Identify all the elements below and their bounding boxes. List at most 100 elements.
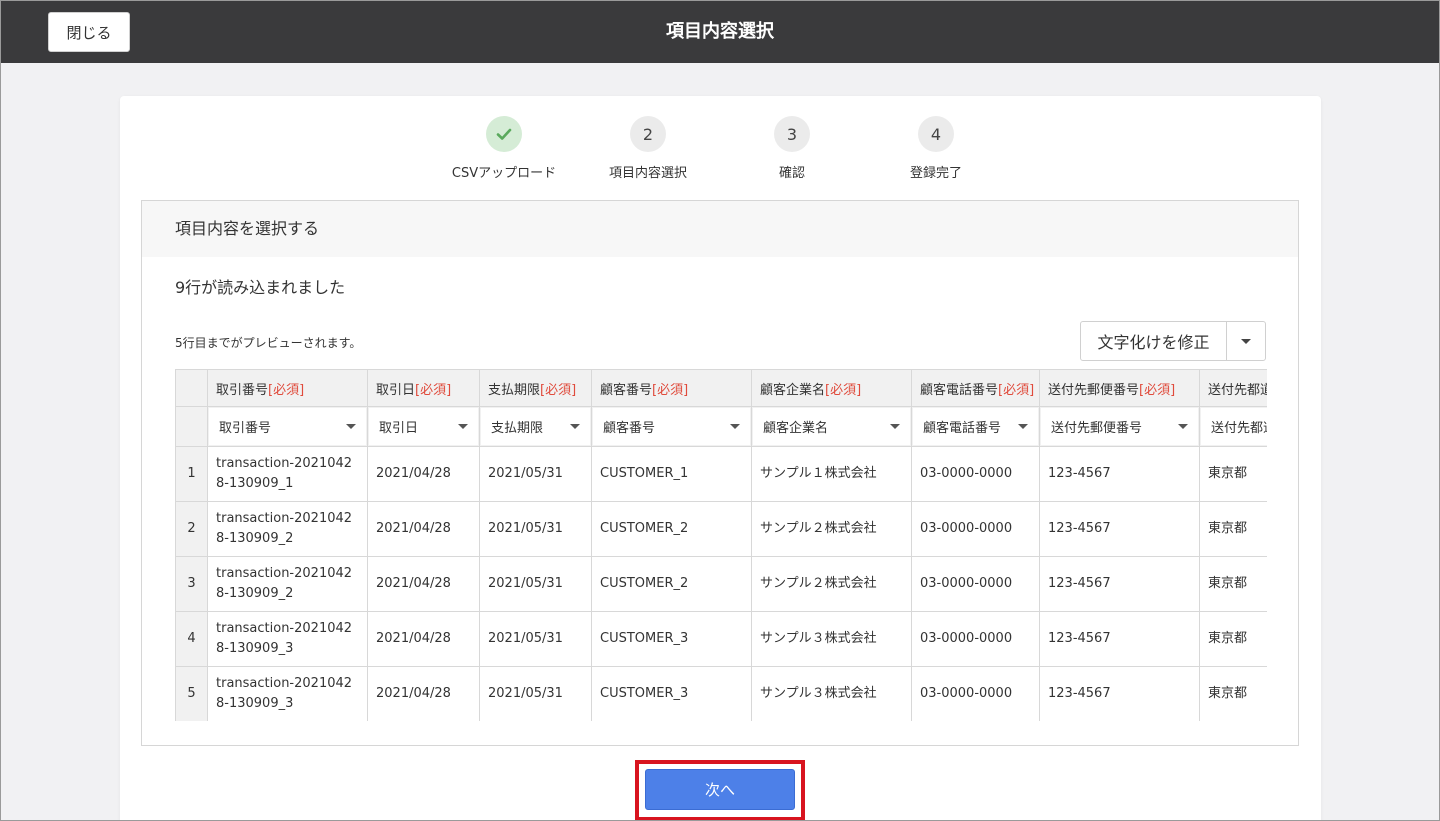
table-cell: サンプル１株式会社	[751, 446, 912, 502]
top-bar: 閉じる 項目内容選択	[0, 0, 1440, 63]
table-cell: サンプル３株式会社	[751, 666, 912, 721]
table-cell: 2021/04/28	[367, 446, 480, 502]
row-number-cell	[175, 406, 208, 447]
step-number: 4	[918, 116, 954, 152]
table-cell: 123-4567	[1039, 666, 1200, 721]
caret-down-icon	[1178, 424, 1188, 429]
table-cell: CUSTOMER_3	[591, 666, 752, 721]
table-cell: 2021/05/31	[479, 666, 592, 721]
step-confirm: 3 確認	[717, 116, 867, 181]
step-number: 2	[630, 116, 666, 152]
table-cell: サンプル３株式会社	[751, 611, 912, 667]
column-select[interactable]: 送付先都道	[1201, 408, 1267, 445]
table-cell: 123-4567	[1039, 446, 1200, 502]
step-item-select: 2 項目内容選択	[573, 116, 723, 181]
select-panel: 項目内容を選択する 9行が読み込まれました 5行目までがプレビューされます。 文…	[141, 200, 1299, 746]
step-label: 項目内容選択	[608, 166, 687, 181]
step-number: 3	[774, 116, 810, 152]
preview-table: 取引番号[必須] 取引日[必須] 支払期限[必須] 顧客番号[必須] 顧客企業名…	[175, 369, 1267, 721]
preview-table-scroll[interactable]: 取引番号[必須] 取引日[必須] 支払期限[必須] 顧客番号[必須] 顧客企業名…	[175, 369, 1267, 721]
table-cell: CUSTOMER_1	[591, 446, 752, 502]
column-header: 取引日[必須]	[367, 369, 480, 407]
fix-encoding-button[interactable]: 文字化けを修正	[1081, 322, 1227, 360]
table-cell: CUSTOMER_2	[591, 501, 752, 557]
column-select-cell: 顧客番号	[591, 406, 752, 447]
table-cell: サンプル２株式会社	[751, 556, 912, 612]
table-row: 4 transaction-20210428-130909_3 2021/04/28…	[175, 611, 1267, 667]
column-select-cell: 顧客電話番号	[911, 406, 1040, 447]
table-row: 5 transaction-20210428-130909_3 2021/04/28…	[175, 666, 1267, 721]
column-select[interactable]: 顧客企業名	[753, 408, 910, 445]
column-header: 送付先郵便番号[必須]	[1039, 369, 1200, 407]
table-cell: 東京都	[1199, 501, 1267, 557]
table-cell: 03-0000-0000	[911, 501, 1040, 557]
table-cell: 東京都	[1199, 666, 1267, 721]
row-number: 1	[175, 446, 208, 502]
column-header: 顧客企業名[必須]	[751, 369, 912, 407]
column-select-cell: 顧客企業名	[751, 406, 912, 447]
caret-down-icon	[1018, 424, 1028, 429]
row-number: 4	[175, 611, 208, 667]
caret-down-icon	[570, 424, 580, 429]
table-cell: transaction-20210428-130909_2	[207, 501, 368, 557]
step-csv-upload: CSVアップロード	[429, 116, 579, 181]
panel-header: 項目内容を選択する	[142, 201, 1298, 257]
next-button[interactable]: 次へ	[645, 769, 795, 810]
column-select[interactable]: 取引番号	[209, 408, 366, 445]
column-select[interactable]: 支払期限	[481, 408, 590, 445]
table-cell: 2021/05/31	[479, 501, 592, 557]
row-number: 2	[175, 501, 208, 557]
fix-encoding-split-button: 文字化けを修正	[1080, 321, 1266, 361]
table-cell: transaction-20210428-130909_3	[207, 611, 368, 667]
row-number: 5	[175, 666, 208, 721]
column-select-cell: 送付先郵便番号	[1039, 406, 1200, 447]
column-select-cell: 取引番号	[207, 406, 368, 447]
table-cell: 03-0000-0000	[911, 666, 1040, 721]
column-header: 取引番号[必須]	[207, 369, 368, 407]
fix-encoding-dropdown[interactable]	[1227, 322, 1265, 360]
column-header: 顧客電話番号[必須]	[911, 369, 1040, 407]
column-select[interactable]: 顧客番号	[593, 408, 750, 445]
header-row: 取引番号[必須] 取引日[必須] 支払期限[必須] 顧客番号[必須] 顧客企業名…	[175, 369, 1267, 407]
table-cell: 2021/05/31	[479, 611, 592, 667]
mapping-select-row: 取引番号 取引日 支払期限 顧客番号 顧客企業名 顧客電話番号 送付先郵便番号 …	[175, 406, 1267, 447]
table-cell: transaction-20210428-130909_2	[207, 556, 368, 612]
step-label: 登録完了	[909, 166, 962, 181]
table-cell: 2021/04/28	[367, 501, 480, 557]
column-header: 顧客番号[必須]	[591, 369, 752, 407]
table-row: 3 transaction-20210428-130909_2 2021/04/28…	[175, 556, 1267, 612]
table-cell: 03-0000-0000	[911, 611, 1040, 667]
table-cell: CUSTOMER_3	[591, 611, 752, 667]
table-cell: 2021/04/28	[367, 666, 480, 721]
step-label: CSVアップロード	[451, 166, 557, 181]
column-select[interactable]: 送付先郵便番号	[1041, 408, 1198, 445]
table-cell: 2021/04/28	[367, 611, 480, 667]
caret-down-icon	[458, 424, 468, 429]
panel-title: 項目内容を選択する	[175, 219, 320, 238]
close-button[interactable]: 閉じる	[48, 12, 130, 52]
table-cell: transaction-20210428-130909_3	[207, 666, 368, 721]
table-row: 1 transaction-20210428-130909_1 2021/04/28…	[175, 446, 1267, 502]
column-select-cell: 送付先都道	[1199, 406, 1267, 447]
caret-down-icon	[890, 424, 900, 429]
table-row: 2 transaction-20210428-130909_2 2021/04/28…	[175, 501, 1267, 557]
table-cell: 03-0000-0000	[911, 446, 1040, 502]
column-header: 支払期限[必須]	[479, 369, 592, 407]
rows-loaded-message: 9行が読み込まれました	[175, 278, 346, 297]
column-header: 送付先都道	[1199, 369, 1267, 407]
table-cell: 東京都	[1199, 556, 1267, 612]
table-body: 1 transaction-20210428-130909_1 2021/04/28…	[175, 446, 1267, 721]
page-title: 項目内容選択	[666, 21, 774, 42]
caret-down-icon	[346, 424, 356, 429]
column-select[interactable]: 顧客電話番号	[913, 408, 1038, 445]
step-complete-circle	[486, 116, 522, 152]
table-cell: 東京都	[1199, 446, 1267, 502]
table-cell: 2021/05/31	[479, 556, 592, 612]
table-cell: 2021/05/31	[479, 446, 592, 502]
checkmark-icon	[496, 128, 512, 140]
preview-note: 5行目までがプレビューされます。	[175, 336, 362, 350]
column-select[interactable]: 取引日	[369, 408, 478, 445]
row-number: 3	[175, 556, 208, 612]
column-select-cell: 支払期限	[479, 406, 592, 447]
table-cell: CUSTOMER_2	[591, 556, 752, 612]
